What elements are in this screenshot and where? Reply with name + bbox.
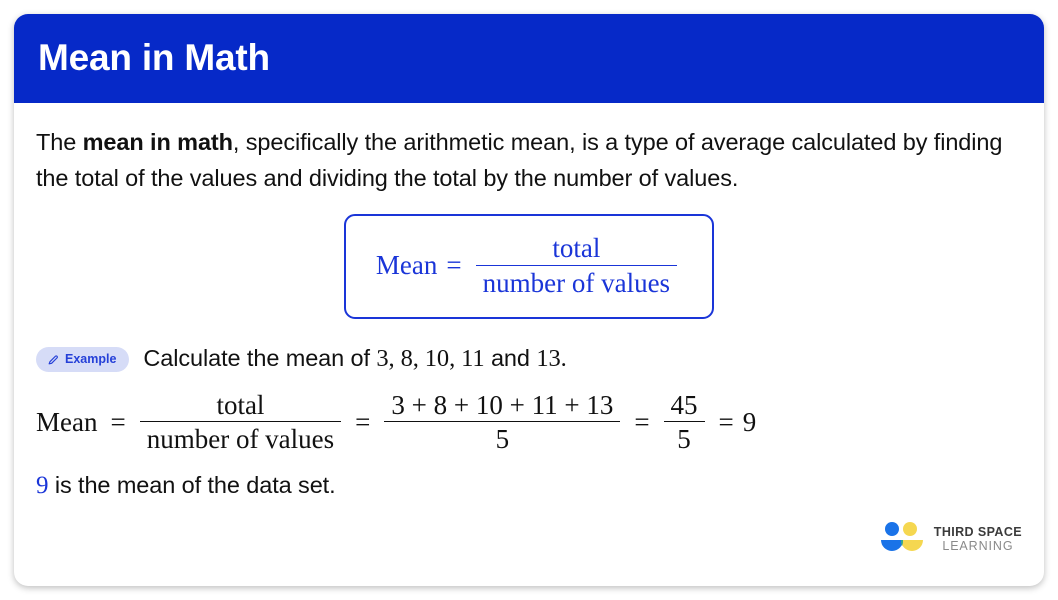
example-badge: Example — [36, 346, 130, 372]
worked-solution: Mean = total number of values = 3 + 8 + … — [36, 390, 1022, 454]
formula-equals: = — [446, 250, 462, 280]
example-period: . — [560, 345, 567, 372]
solution-numerator-total: 45 — [670, 390, 698, 420]
solution-equals-2: = — [355, 406, 371, 437]
conclusion-sentence: is the mean of the data set. — [48, 472, 336, 499]
brand-logo-text: THIRD SPACE LEARNING — [933, 525, 1022, 553]
brand-name-secondary: LEARNING — [942, 538, 1014, 553]
example-badge-label: Example — [65, 351, 117, 366]
card-body: The mean in math, specifically the arith… — [14, 124, 1044, 500]
mean-formula-box: Mean = total number of values — [343, 214, 715, 319]
page-title: Mean in Math — [38, 37, 270, 78]
formula-numerator: total — [552, 233, 601, 264]
conclusion-text: 9 is the mean of the data set. — [36, 472, 1022, 500]
solution-equals-4: = — [718, 406, 734, 437]
third-space-learning-mark-icon — [879, 521, 925, 558]
solution-denominator-total: 5 — [663, 421, 705, 454]
example-values: 3, 8, 10, 11 — [376, 345, 485, 372]
example-last-value: 13 — [536, 345, 561, 372]
solution-fraction-words: total number of values — [139, 390, 342, 454]
formula-box-container: Mean = total number of values — [36, 214, 1022, 319]
card-header: Mean in Math — [14, 14, 1044, 103]
example-join: and — [484, 345, 537, 371]
lesson-card: Mean in Math The mean in math, specifica… — [14, 14, 1044, 586]
brand-name-primary: THIRD SPACE — [933, 525, 1022, 539]
intro-bold-term: mean in math — [82, 129, 233, 155]
intro-before: The — [36, 129, 83, 155]
pencil-icon — [47, 353, 60, 366]
solution-numerator-sum: 3 + 8 + 10 + 11 + 13 — [391, 390, 614, 420]
formula-denominator: number of values — [475, 264, 678, 298]
solution-equals-1: = — [110, 406, 126, 437]
example-prompt: Calculate the mean of 3, 8, 10, 11 and 1… — [143, 345, 566, 373]
solution-result: 9 — [742, 406, 757, 437]
solution-label: Mean — [36, 406, 98, 437]
solution-fraction-sum: 3 + 8 + 10 + 11 + 13 5 — [384, 390, 621, 454]
solution-equals-3: = — [634, 406, 650, 437]
solution-numerator-words: total — [216, 390, 265, 420]
solution-denominator-words: number of values — [139, 421, 342, 454]
brand-logo: THIRD SPACE LEARNING — [879, 521, 1022, 558]
example-row: Example Calculate the mean of 3, 8, 10, … — [36, 345, 1022, 373]
conclusion-answer: 9 — [36, 472, 49, 500]
example-prompt-before: Calculate the mean of — [143, 345, 377, 371]
solution-denominator-count: 5 — [384, 421, 621, 454]
intro-paragraph: The mean in math, specifically the arith… — [36, 124, 1022, 196]
solution-fraction-total: 45 5 — [663, 390, 705, 454]
formula-fraction: total number of values — [475, 233, 678, 298]
formula-label: Mean — [375, 250, 438, 280]
